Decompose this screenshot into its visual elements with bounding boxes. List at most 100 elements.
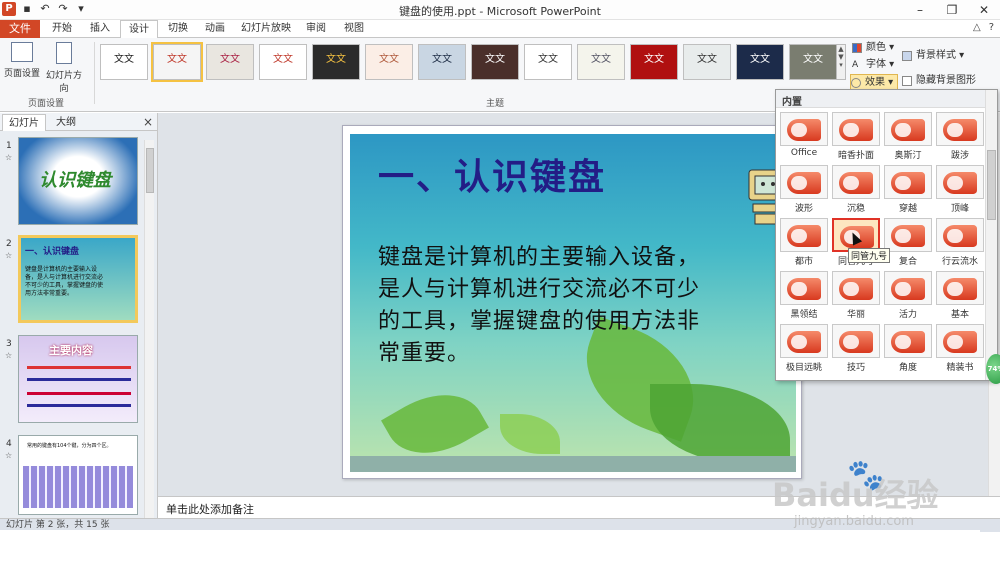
colors-button[interactable]: 颜色 ▾ (852, 40, 894, 56)
notes-placeholder: 单击此处添加备注 (166, 503, 254, 516)
tab-animations[interactable]: 动画 (198, 20, 232, 38)
theme-item-selected[interactable]: 文文 (151, 42, 203, 82)
slide-background: 一、认识键盘 键盘是计算机的主要输入设备，是人与计算机进行交流必不可少的工具，掌… (350, 134, 796, 456)
hide-background-graphics-checkbox[interactable]: 隐藏背景图形 (902, 74, 976, 88)
page-setup-button[interactable]: 页面设置 (2, 42, 42, 79)
effect-option[interactable]: 精装书 (935, 324, 985, 373)
theme-item[interactable]: 文文 (365, 44, 413, 80)
effect-option[interactable]: 穿越 (883, 165, 933, 214)
tab-outline[interactable]: 大纲 (50, 114, 82, 131)
close-button[interactable]: ✕ (968, 0, 1000, 20)
effect-option[interactable]: 顶峰 (935, 165, 985, 214)
thumb-line (27, 404, 131, 407)
leaf-decoration (500, 414, 560, 454)
thumb-body: 键盘是计算机的主要输入设备，是人与计算机进行交流必不可少的工具，掌握键盘的使用方… (25, 266, 104, 297)
theme-item[interactable]: 文文 (789, 44, 837, 80)
effect-option[interactable]: 复合 (883, 218, 933, 267)
thumb-title: 一、认识键盘 (25, 247, 80, 257)
tab-slideshow[interactable]: 幻灯片放映 (238, 20, 294, 38)
slide-thumbnail-4[interactable]: 常用的键盘有104个键，分为四个区。 (18, 435, 138, 515)
slide-number: 1 (6, 141, 12, 151)
tab-transitions[interactable]: 切换 (162, 20, 194, 38)
tab-slides[interactable]: 幻灯片 (2, 114, 46, 131)
current-slide[interactable]: 一、认识键盘 键盘是计算机的主要输入设备，是人与计算机进行交流必不可少的工具，掌… (342, 125, 802, 479)
theme-item[interactable]: 文文 (630, 44, 678, 80)
theme-item[interactable]: 文文 (577, 44, 625, 80)
thumb-title: 主要内容 (49, 344, 93, 357)
slide-body-text[interactable]: 键盘是计算机的主要输入设备，是人与计算机进行交流必不可少的工具，掌握键盘的使用方… (378, 242, 708, 370)
theme-item[interactable]: 文文 (312, 44, 360, 80)
animation-star-icon: ☆ (5, 451, 13, 460)
slide-thumbnail-3[interactable]: 主要内容 (18, 335, 138, 423)
effect-option[interactable]: 暗香扑面 (831, 112, 881, 161)
theme-item[interactable]: 文文 (736, 44, 784, 80)
effect-option[interactable]: 技巧 (831, 324, 881, 373)
effect-option[interactable]: 基本 (935, 271, 985, 320)
group-label-themes: 主题 (486, 99, 505, 109)
scroll-thumb[interactable] (146, 148, 154, 193)
dropdown-header: 内置 (776, 90, 986, 108)
tab-view[interactable]: 视图 (338, 20, 370, 38)
theme-item[interactable]: 文文 (259, 44, 307, 80)
floating-assistant-icon[interactable]: 74% (986, 354, 1000, 384)
panel-tabs: 幻灯片 大纲 × (0, 113, 157, 131)
slide-thumbnail-2[interactable]: 一、认识键盘 键盘是计算机的主要输入设备，是人与计算机进行交流必不可少的工具，掌… (18, 235, 138, 323)
effect-option-office[interactable]: Office (779, 112, 829, 158)
effect-option[interactable]: 奥斯汀 (883, 112, 933, 161)
effect-option[interactable]: 行云流水 (935, 218, 985, 267)
slide-title[interactable]: 一、认识键盘 (378, 148, 606, 200)
fonts-icon: A (852, 60, 859, 70)
effect-option[interactable]: 黑领结 (779, 271, 829, 320)
effect-option[interactable]: 跋涉 (935, 112, 985, 161)
window-title: 键盘的使用.ppt - Microsoft PowerPoint (399, 5, 601, 18)
group-label-page-setup: 页面设置 (28, 99, 65, 109)
slide-number: 3 (6, 339, 12, 349)
tab-insert[interactable]: 插入 (84, 20, 116, 38)
checkbox-icon (902, 76, 912, 86)
gallery-scroll-arrows[interactable]: ▲ ▼ ▾ (836, 44, 846, 80)
leaf-decoration (650, 384, 790, 456)
effects-dropdown: 内置 Office 暗香扑面 奥斯汀 跋涉 波形 沉稳 穿越 顶峰 都市 同管九… (775, 89, 998, 381)
theme-item[interactable]: 文文 (100, 44, 148, 80)
colors-icon (852, 43, 862, 53)
thumb-title: 常用的键盘有104个键，分为四个区。 (27, 443, 112, 449)
theme-item[interactable]: 文文 (524, 44, 572, 80)
slide-thumbnail-1[interactable]: 认识键盘 (18, 137, 138, 225)
slides-panel: 幻灯片 大纲 × 1 ☆ 认识键盘 2 ☆ 一、认识键盘 键盘是计算机的主要输入… (0, 113, 158, 523)
restore-button[interactable]: ❐ (936, 0, 968, 20)
tab-design[interactable]: 设计 (120, 20, 158, 39)
theme-item[interactable]: 文文 (418, 44, 466, 80)
thumb-line (27, 378, 131, 381)
baidu-watermark: 🐾 Baidu经验 jingyan.baidu.com (752, 458, 972, 538)
minimize-ribbon-icon[interactable]: △ (973, 22, 981, 33)
effect-tooltip: 同管九号 (848, 248, 891, 263)
slide-footer-band (350, 456, 796, 472)
effect-option[interactable]: 都市 (779, 218, 829, 267)
background-styles-button[interactable]: 背景样式 ▾ (902, 48, 964, 64)
theme-item[interactable]: 文文 (683, 44, 731, 80)
effect-option[interactable]: 华丽 (831, 271, 881, 320)
effect-option[interactable]: 活力 (883, 271, 933, 320)
theme-item[interactable]: 文文 (471, 44, 519, 80)
close-panel-icon[interactable]: × (143, 115, 153, 129)
title-bar: P ▪ ↶ ↷ ▾ 键盘的使用.ppt - Microsoft PowerPoi… (0, 0, 1000, 20)
tab-home[interactable]: 开始 (46, 20, 78, 38)
fonts-button[interactable]: A 字体 ▾ (852, 57, 894, 73)
effect-option[interactable]: 极目远眺 (779, 324, 829, 373)
help-icon[interactable]: ? (989, 22, 994, 33)
background-styles-icon (902, 51, 912, 61)
effect-option[interactable]: 沉稳 (831, 165, 881, 214)
scroll-thumb[interactable] (987, 150, 996, 220)
effects-button[interactable]: 效果 ▾ (850, 74, 899, 90)
dropdown-scrollbar[interactable] (985, 90, 997, 380)
watermark-brand: Baidu经验 (772, 476, 939, 514)
effect-option[interactable]: 波形 (779, 165, 829, 214)
slide-orientation-button[interactable]: 幻灯片方向 (44, 42, 84, 94)
tab-review[interactable]: 审阅 (300, 20, 332, 38)
effect-option[interactable]: 角度 (883, 324, 933, 373)
minimize-button[interactable]: – (904, 0, 936, 20)
thumbnails-scrollbar[interactable] (144, 140, 154, 523)
slide-orientation-icon (56, 42, 72, 64)
tab-file[interactable]: 文件 (0, 20, 40, 38)
theme-item[interactable]: 文文 (206, 44, 254, 80)
